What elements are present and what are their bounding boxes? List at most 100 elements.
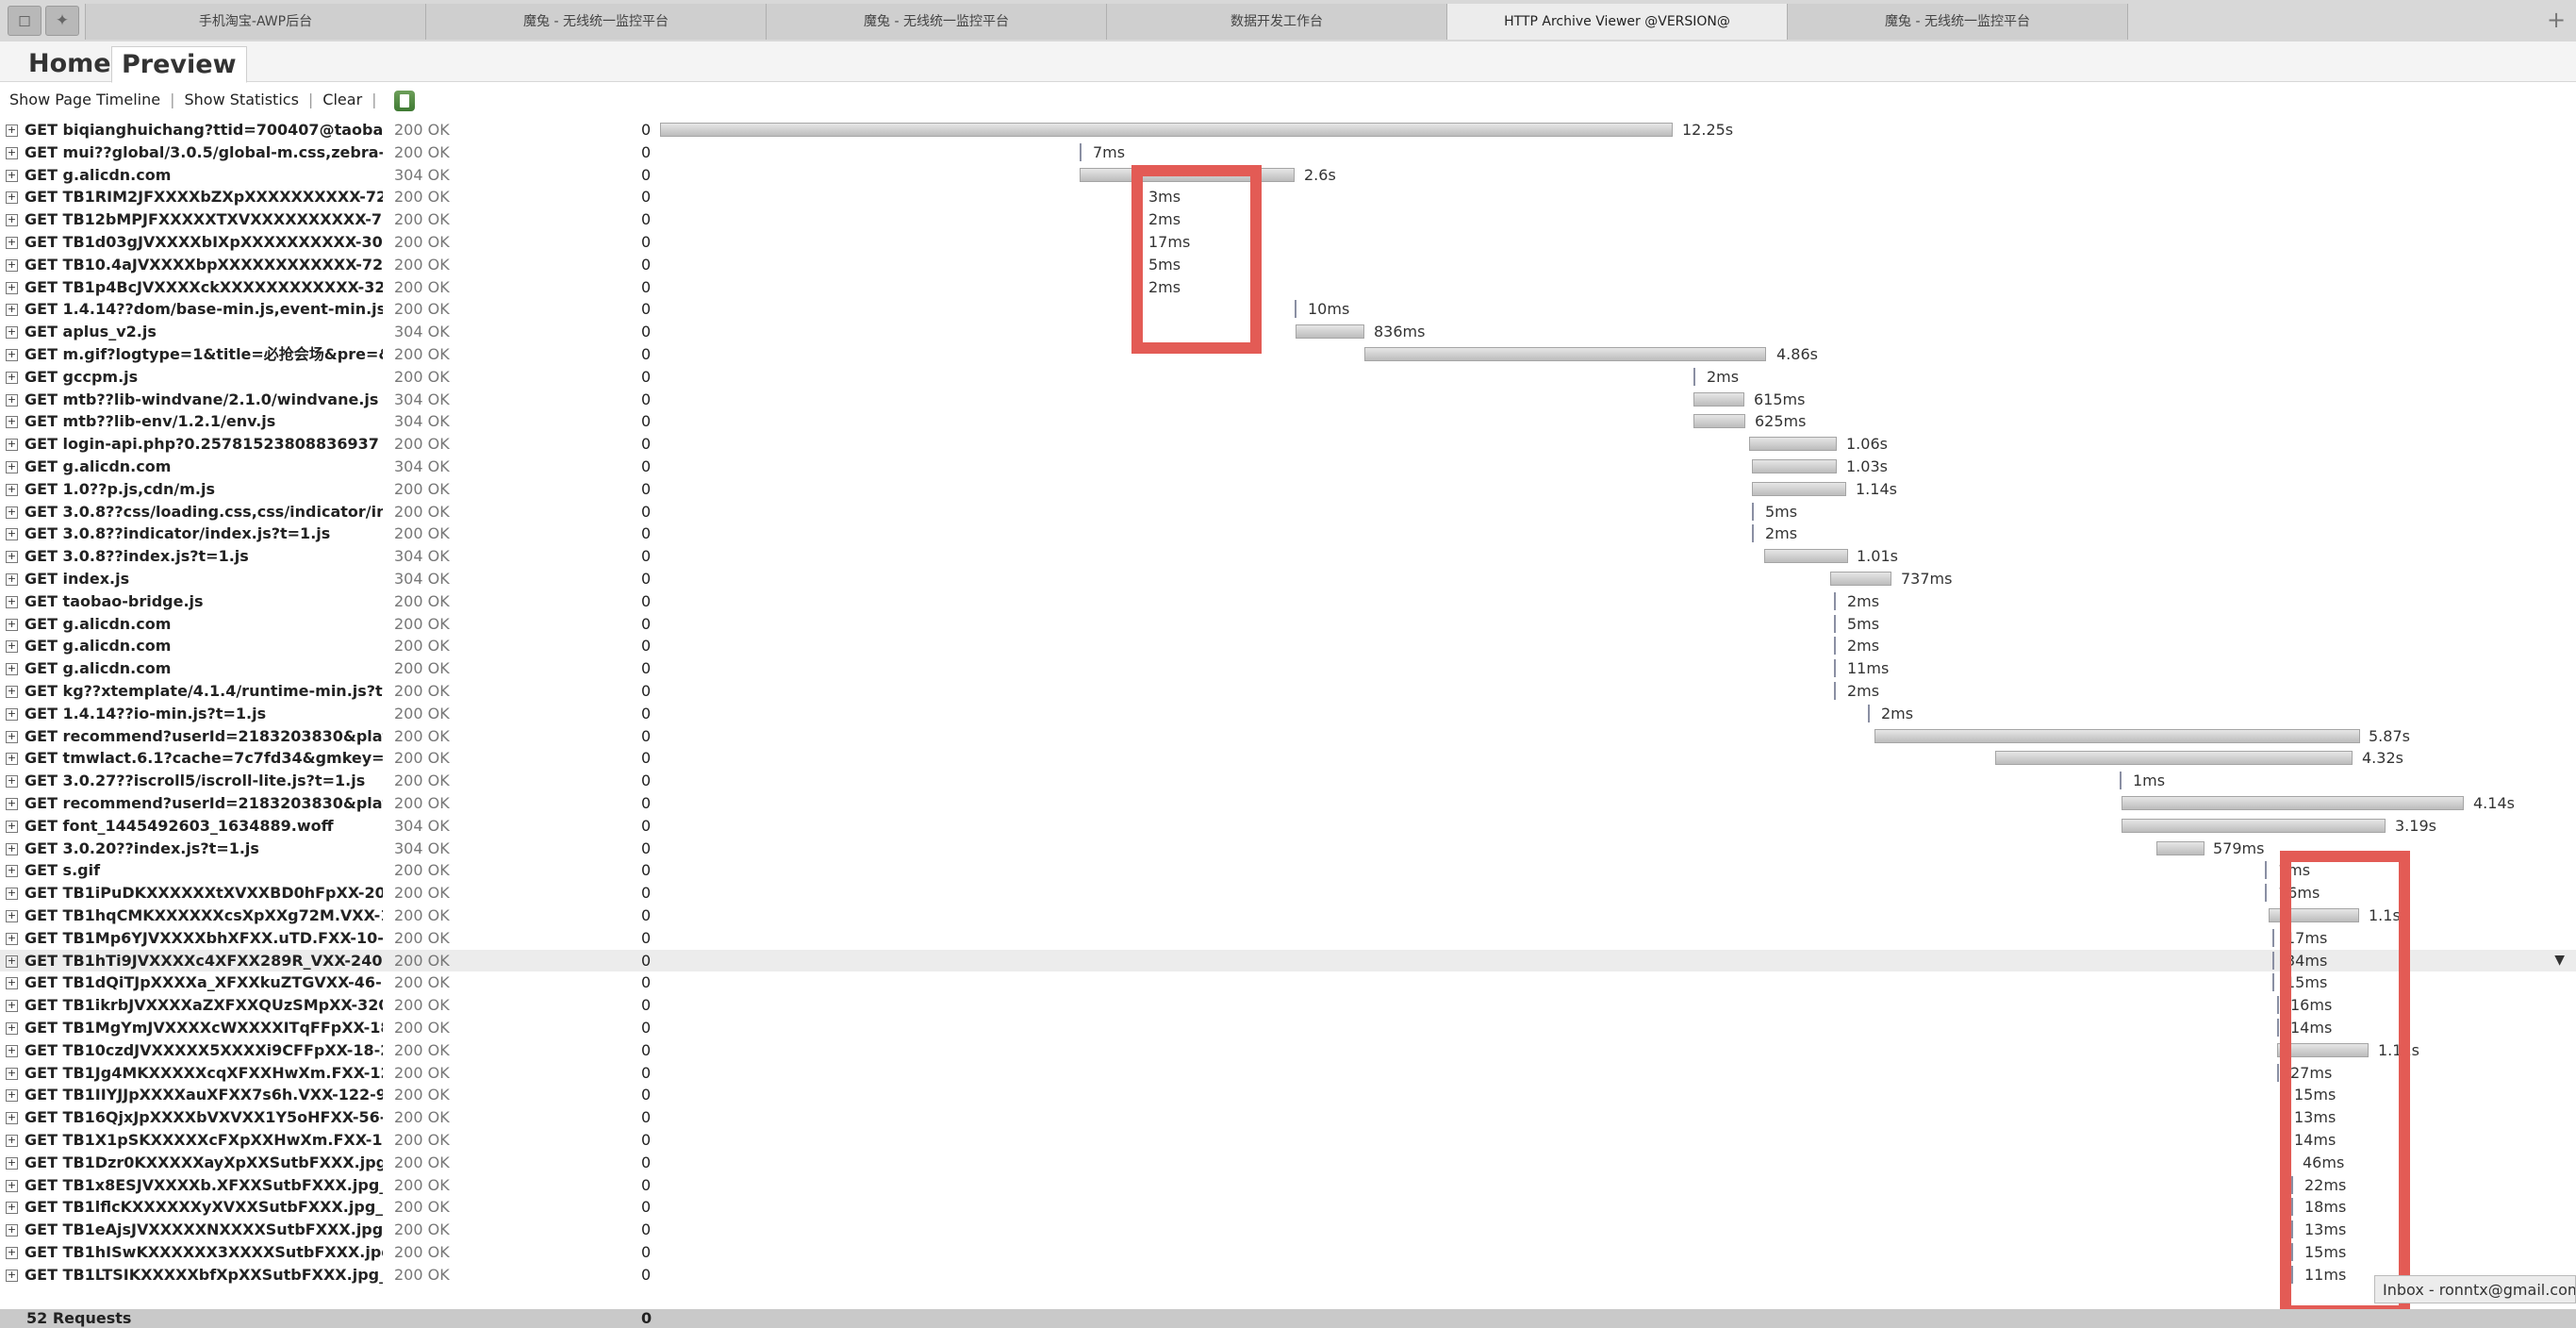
request-row[interactable]: + GET taobao-bridge.js 200 OK 0 2ms <box>0 590 2576 612</box>
request-url[interactable]: GET TB1hqCMKXXXXXXcsXpXXg72M.VXX-13-16. <box>25 905 383 926</box>
new-tab-button[interactable]: + <box>2542 6 2570 34</box>
request-url[interactable]: GET mtb??lib-env/1.2.1/env.js <box>25 410 383 432</box>
request-row[interactable]: + GET 1.4.14??dom/base-min.js,event-min.j… <box>0 298 2576 320</box>
timing-bar[interactable] <box>1364 347 1766 361</box>
request-row[interactable]: + GET TB16QjxJpXXXXbVXVXX1Y5oHFXX-56-21.p… <box>0 1106 2576 1128</box>
request-row[interactable]: + GET 3.0.27??iscroll5/iscroll-lite.js?t=… <box>0 770 2576 791</box>
request-row[interactable]: + GET TB1hISwKXXXXXX3XXXXSutbFXXX.jpg_290… <box>0 1241 2576 1263</box>
expand-toggle-icon[interactable]: + <box>6 439 18 451</box>
request-url[interactable]: GET taobao-bridge.js <box>25 590 383 612</box>
request-row[interactable]: + GET TB1MgYmJVXXXXcWXXXXITqFFpXX-18-24 20… <box>0 1017 2576 1038</box>
expand-toggle-icon[interactable]: + <box>6 1224 18 1237</box>
request-row[interactable]: + GET g.alicdn.com 200 OK 0 5ms <box>0 613 2576 635</box>
request-row[interactable]: + GET g.alicdn.com 304 OK 0 1.03s <box>0 456 2576 477</box>
request-row[interactable]: + GET recommend?userId=2183203830&platfor… <box>0 725 2576 747</box>
timing-tick[interactable] <box>2277 1064 2279 1082</box>
request-url[interactable]: GET TB1MgYmJVXXXXcWXXXXITqFFpXX-18-24 <box>25 1017 383 1038</box>
request-row[interactable]: + GET TB1lflcKXXXXXXyXVXXSutbFXXX.jpg_290… <box>0 1196 2576 1218</box>
request-row[interactable]: + GET TB1hqCMKXXXXXXcsXpXXg72M.VXX-13-16.… <box>0 905 2576 926</box>
expand-toggle-icon[interactable]: + <box>6 888 18 900</box>
request-url[interactable]: GET TB1IIYJJpXXXXauXFXX7s6h.VXX-122-9.pn… <box>25 1084 383 1105</box>
request-row[interactable]: + GET TB1X1pSKXXXXXcFXpXXHwXm.FXX-126-3. 2… <box>0 1129 2576 1151</box>
expand-toggle-icon[interactable]: + <box>6 484 18 496</box>
twitter-icon[interactable]: ✦ <box>45 6 79 36</box>
request-url[interactable]: GET TB1Dzr0KXXXXXayXpXXSutbFXXX.jpg <box>25 1152 383 1173</box>
expand-toggle-icon[interactable]: + <box>6 1068 18 1080</box>
request-url[interactable]: GET 3.0.20??index.js?t=1.js <box>25 838 383 859</box>
expand-toggle-icon[interactable]: + <box>6 708 18 721</box>
request-url[interactable]: GET tmwlact.6.1?cache=7c7fd34&gmkey=&gok <box>25 747 383 769</box>
request-row[interactable]: + GET tmwlact.6.1?cache=7c7fd34&gmkey=&go… <box>0 747 2576 769</box>
tab-home[interactable]: Home <box>19 46 121 81</box>
expand-toggle-icon[interactable]: + <box>6 349 18 361</box>
request-url[interactable]: GET 3.0.8??index.js?t=1.js <box>25 545 383 567</box>
request-row[interactable]: + GET s.gif 200 OK 0 1ms <box>0 859 2576 881</box>
request-row[interactable]: + GET 3.0.20??index.js?t=1.js 304 OK 0 579ms <box>0 838 2576 859</box>
request-row[interactable]: + GET g.alicdn.com 304 OK 0 2.6s <box>0 164 2576 186</box>
expand-toggle-icon[interactable]: + <box>6 1247 18 1259</box>
timing-bar[interactable] <box>660 123 1673 137</box>
expand-toggle-icon[interactable]: + <box>6 753 18 765</box>
timing-tick[interactable] <box>1834 659 1836 677</box>
request-url[interactable]: GET gccpm.js <box>25 366 383 388</box>
browser-tab-active[interactable]: HTTP Archive Viewer @VERSION@ <box>1446 4 1788 40</box>
mail-notification[interactable]: Inbox - ronntx@gmail.com <box>2374 1275 2576 1303</box>
request-row[interactable]: + GET biqianghuichang?ttid=700407@taobao_… <box>0 119 2576 141</box>
request-url[interactable]: GET TB1X1pSKXXXXXcFXpXXHwXm.FXX-126-3. <box>25 1129 383 1151</box>
row-dropdown-icon[interactable]: ▼ <box>2554 950 2565 971</box>
request-url[interactable]: GET TB1Jg4MKXXXXXcqXFXXHwXm.FXX-126-3. <box>25 1062 383 1084</box>
request-url[interactable]: GET g.alicdn.com <box>25 635 383 656</box>
request-row[interactable]: + GET TB1p4BcJVXXXXckXXXXXXXXXXXX-32-32.p… <box>0 276 2576 298</box>
request-row[interactable]: + GET kg??xtemplate/4.1.4/runtime-min.js?… <box>0 680 2576 702</box>
expand-toggle-icon[interactable]: + <box>6 573 18 586</box>
request-row[interactable]: + GET 1.4.14??io-min.js?t=1.js 200 OK 0 2ms <box>0 703 2576 724</box>
browser-tab[interactable]: 魔兔 - 无线统一监控平台 <box>1787 4 2128 40</box>
timing-bar[interactable] <box>2156 841 2204 855</box>
request-row[interactable]: + GET TB1dQiTJpXXXXa_XFXXkuZTGVXX-46-57.g… <box>0 971 2576 993</box>
request-row[interactable]: + GET aplus_v2.js 304 OK 0 836ms <box>0 321 2576 342</box>
request-url[interactable]: GET 3.0.8??indicator/index.js?t=1.js <box>25 523 383 544</box>
browser-tab[interactable]: 魔兔 - 无线统一监控平台 <box>766 4 1107 40</box>
request-url[interactable]: GET login-api.php?0.25781523808836937 <box>25 433 383 455</box>
request-row[interactable]: + GET TB1x8ESJVXXXXb.XFXXSutbFXXX.jpg_290… <box>0 1174 2576 1196</box>
browser-tab[interactable]: 数据开发工作台 <box>1106 4 1447 40</box>
request-row[interactable]: + GET mtb??lib-windvane/2.1.0/windvane.js… <box>0 389 2576 410</box>
timing-tick[interactable] <box>1080 143 1082 161</box>
expand-toggle-icon[interactable]: + <box>6 147 18 159</box>
request-row[interactable]: + GET TB1Jg4MKXXXXXcqXFXXHwXm.FXX-126-3. 2… <box>0 1062 2576 1084</box>
request-url[interactable]: GET biqianghuichang?ttid=700407@taobao_i… <box>25 119 383 141</box>
expand-toggle-icon[interactable]: + <box>6 1157 18 1170</box>
request-row[interactable]: + GET index.js 304 OK 0 737ms <box>0 568 2576 589</box>
request-row[interactable]: + GET TB1IIYJJpXXXXauXFXX7s6h.VXX-122-9.p… <box>0 1084 2576 1105</box>
timing-bar[interactable] <box>2122 796 2464 810</box>
timing-tick[interactable] <box>1834 682 1836 700</box>
show-page-timeline-link[interactable]: Show Page Timeline <box>9 91 160 108</box>
request-row[interactable]: + GET TB10czdJVXXXXX5XXXXi9CFFpXX-18-24.g… <box>0 1039 2576 1061</box>
expand-toggle-icon[interactable]: + <box>6 372 18 384</box>
request-url[interactable]: GET recommend?userId=2183203830&platforn <box>25 792 383 814</box>
expand-toggle-icon[interactable]: + <box>6 619 18 631</box>
timing-bar[interactable] <box>1995 751 2353 765</box>
request-url[interactable]: GET TB1LTSIKXXXXXbfXpXXSutbFXXX.jpg_290x <box>25 1264 383 1286</box>
request-url[interactable]: GET aplus_v2.js <box>25 321 383 342</box>
request-url[interactable]: GET TB1iPuDKXXXXXXtXVXXBD0hFpXX-20-24.p <box>25 882 383 904</box>
expand-toggle-icon[interactable]: + <box>6 394 18 407</box>
expand-toggle-icon[interactable]: + <box>6 1135 18 1147</box>
expand-toggle-icon[interactable]: + <box>6 1270 18 1282</box>
request-url[interactable]: GET s.gif <box>25 859 383 881</box>
request-row[interactable]: + GET TB1eAjsJVXXXXXNXXXXSutbFXXX.jpg_290… <box>0 1219 2576 1240</box>
request-row[interactable]: + GET login-api.php?0.25781523808836937 20… <box>0 433 2576 455</box>
request-url[interactable]: GET TB1p4BcJVXXXXckXXXXXXXXXXXX-32-32.p <box>25 276 383 298</box>
timing-tick[interactable] <box>2272 952 2274 970</box>
request-row[interactable]: + GET recommend?userId=2183203830&platfor… <box>0 792 2576 814</box>
request-url[interactable]: GET TB1dQiTJpXXXXa_XFXXkuZTGVXX-46-57.g <box>25 971 383 993</box>
request-url[interactable]: GET g.alicdn.com <box>25 657 383 679</box>
expand-toggle-icon[interactable]: + <box>6 1022 18 1035</box>
request-url[interactable]: GET TB1hISwKXXXXXX3XXXXSutbFXXX.jpg_290: <box>25 1241 383 1263</box>
expand-toggle-icon[interactable]: + <box>6 775 18 788</box>
expand-toggle-icon[interactable]: + <box>6 1202 18 1214</box>
request-row[interactable]: + GET 3.0.8??css/loading.css,css/indicato… <box>0 501 2576 523</box>
timing-bar[interactable] <box>1874 729 2360 743</box>
expand-toggle-icon[interactable]: + <box>6 1112 18 1124</box>
request-url[interactable]: GET g.alicdn.com <box>25 164 383 186</box>
